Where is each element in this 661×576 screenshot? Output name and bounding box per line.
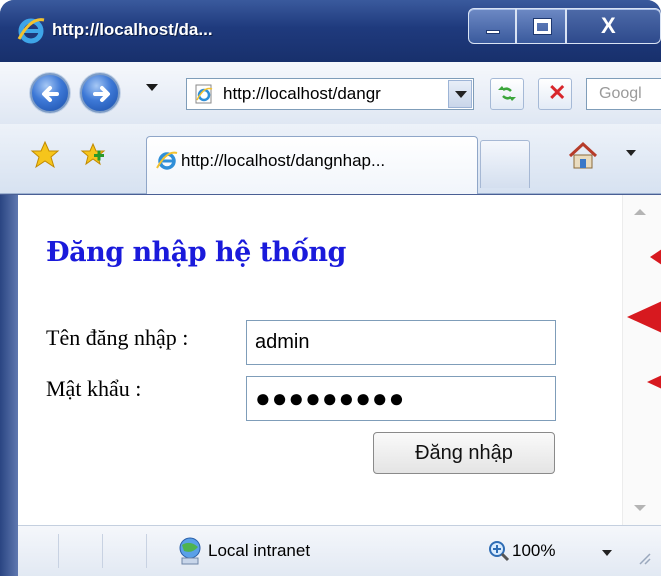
page-title: Đăng nhập hệ thống bbox=[46, 237, 346, 268]
close-icon: X bbox=[601, 13, 616, 38]
scroll-up-icon[interactable] bbox=[634, 209, 646, 215]
annotation-arrow bbox=[647, 375, 661, 389]
tab-dangnhap[interactable]: http://localhost/dangnhap... bbox=[146, 136, 478, 194]
status-divider bbox=[146, 534, 147, 568]
annotation-arrow bbox=[627, 301, 661, 333]
tab-bar: http://localhost/dangnhap... bbox=[0, 124, 661, 194]
search-placeholder: Googl bbox=[599, 85, 642, 102]
refresh-icon bbox=[498, 86, 516, 101]
username-input[interactable]: admin bbox=[246, 320, 556, 365]
minimize-button[interactable] bbox=[468, 8, 516, 44]
stop-button[interactable]: ✕ bbox=[538, 78, 572, 110]
status-bar: Local intranet 100% bbox=[18, 525, 661, 576]
minimize-icon bbox=[486, 30, 500, 34]
page-content: Đăng nhập hệ thống Tên đăng nhập : admin… bbox=[18, 195, 622, 525]
status-divider bbox=[102, 534, 103, 568]
zoom-icon[interactable] bbox=[488, 540, 510, 562]
password-label: Mật khẩu : bbox=[46, 376, 142, 401]
browser-window: http://localhost/da... X http://localhos… bbox=[0, 0, 661, 576]
status-divider bbox=[58, 534, 59, 568]
maximize-icon bbox=[533, 18, 552, 35]
page-icon bbox=[195, 84, 213, 104]
internet-explorer-icon bbox=[17, 18, 45, 44]
home-dropdown-icon[interactable] bbox=[626, 150, 636, 156]
navigation-bar: http://localhost/dangr ✕ Googl bbox=[0, 62, 661, 124]
resize-grip-icon[interactable] bbox=[636, 550, 652, 566]
password-input[interactable]: ●●●●●●●●● bbox=[246, 376, 556, 421]
zoom-level[interactable]: 100% bbox=[512, 541, 555, 561]
window-frame bbox=[0, 195, 18, 576]
search-input[interactable]: Googl bbox=[586, 78, 661, 110]
title-bar[interactable]: http://localhost/da... X bbox=[0, 0, 661, 62]
address-bar[interactable]: http://localhost/dangr bbox=[186, 78, 474, 110]
login-button[interactable]: Đăng nhập bbox=[373, 432, 555, 474]
forward-arrow-icon bbox=[93, 86, 110, 102]
annotation-arrow bbox=[650, 249, 661, 265]
address-text[interactable]: http://localhost/dangr bbox=[223, 84, 431, 104]
address-dropdown-icon[interactable] bbox=[448, 80, 472, 108]
scroll-down-icon[interactable] bbox=[634, 505, 646, 511]
internet-explorer-icon bbox=[156, 151, 178, 170]
vertical-scrollbar[interactable] bbox=[622, 195, 661, 525]
back-button[interactable] bbox=[30, 73, 70, 113]
stop-icon: ✕ bbox=[548, 80, 567, 105]
close-button[interactable]: X bbox=[566, 8, 661, 44]
forward-button[interactable] bbox=[80, 73, 120, 113]
username-label: Tên đăng nhập : bbox=[46, 325, 189, 350]
refresh-button[interactable] bbox=[490, 78, 524, 110]
maximize-button[interactable] bbox=[516, 8, 566, 44]
back-arrow-icon bbox=[42, 86, 59, 102]
intranet-zone-icon bbox=[179, 537, 201, 565]
security-zone-text[interactable]: Local intranet bbox=[208, 541, 310, 561]
zoom-dropdown-icon[interactable] bbox=[602, 550, 612, 556]
new-tab-button[interactable] bbox=[480, 140, 530, 188]
add-favorites-icon[interactable] bbox=[78, 140, 108, 170]
window-title: http://localhost/da... bbox=[52, 20, 213, 39]
history-dropdown-icon[interactable] bbox=[146, 84, 158, 91]
tab-label: http://localhost/dangnhap... bbox=[181, 151, 386, 170]
favorites-star-icon[interactable] bbox=[30, 140, 60, 170]
home-icon[interactable] bbox=[566, 140, 600, 172]
